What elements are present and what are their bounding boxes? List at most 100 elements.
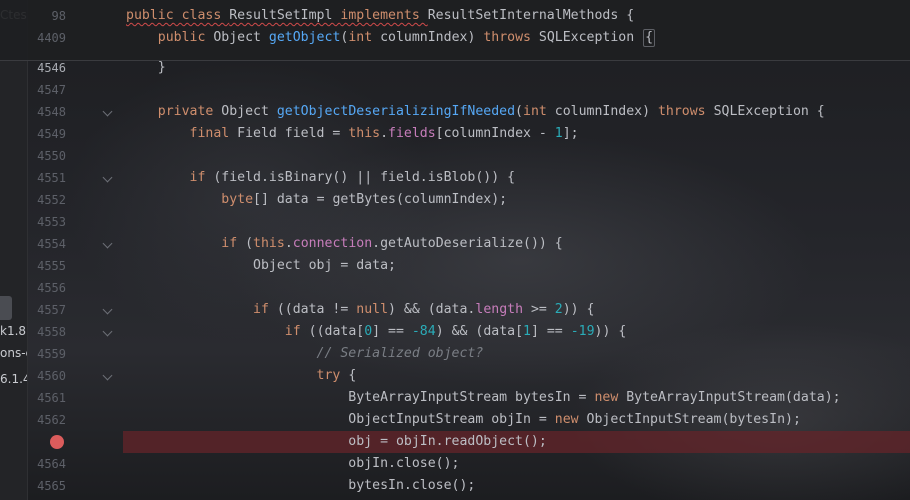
code-token: getObject [268,30,341,45]
code-text[interactable]: Object obj = data; [126,255,396,277]
line-number[interactable]: 4549 [28,123,66,145]
code-token: new [554,412,587,427]
line-number[interactable]: 4564 [28,453,66,475]
code-token: ]; [562,126,579,141]
line-number[interactable]: 4556 [28,277,66,299]
code-token: Object obj = data; [126,258,396,273]
code-token: throws [657,104,714,119]
code-text[interactable]: ObjectInputStream objIn = new ObjectInpu… [126,409,801,431]
code-text[interactable]: public Object getObject(int columnIndex)… [126,27,656,49]
line-number[interactable]: 4561 [28,387,66,409]
code-line[interactable]: 4561 ByteArrayInputStream bytesIn = new … [0,387,910,409]
line-number[interactable]: 4555 [28,255,66,277]
code-line[interactable]: 4552 byte[] data = getBytes(columnIndex)… [0,189,910,211]
code-token: 1 [523,324,531,339]
code-token: ] == [372,324,412,339]
line-number[interactable]: 4565 [28,475,66,497]
code-text[interactable]: if ((data[0] == -84) && (data[1] == -19)… [126,321,627,343]
code-line[interactable]: 4564 objIn.close(); [0,453,910,475]
code-line[interactable]: 4556 [0,277,910,299]
code-text[interactable]: objIn.close(); [126,453,459,475]
line-number[interactable]: 4548 [28,101,66,123]
line-number[interactable]: 4554 [28,233,66,255]
code-token: obj = objIn.readObject(); [126,434,547,449]
code-token: ResultSetInternalMethods { [427,8,635,23]
code-token: Object [221,104,277,119]
code-line[interactable]: 4550 [0,145,910,167]
code-token: length [475,302,524,317]
code-text[interactable]: private Object getObjectDeserializingIfN… [126,101,825,123]
code-token: new [594,390,627,405]
breakpoint-icon[interactable] [50,435,64,449]
fold-chevron-icon[interactable] [102,106,113,117]
code-token: columnIndex) [380,30,484,45]
line-number[interactable]: 4558 [28,321,66,343]
code-token: ObjectInputStream(bytesIn); [586,412,801,427]
line-number[interactable]: 98 [28,5,66,27]
sticky-line[interactable]: 4409 public Object getObject(int columnI… [0,27,910,49]
code-token: Field field = [237,126,349,141]
code-token: if [126,302,277,317]
code-token: . [284,236,293,251]
code-text[interactable]: if (field.isBinary() || field.isBlob()) … [126,167,516,189]
line-number[interactable]: 4557 [28,299,66,321]
fold-chevron-icon[interactable] [102,172,113,183]
code-text[interactable]: // Serialized object? [126,343,484,365]
code-text[interactable]: obj = objIn.readObject(); [126,431,547,453]
code-line[interactable]: 4555 Object obj = data; [0,255,910,277]
line-number[interactable]: 4559 [28,343,66,365]
fold-chevron-icon[interactable] [102,370,113,381]
code-token: (field.isBinary() || field.isBlob()) { [213,170,516,185]
code-token: 1 [554,126,563,141]
code-token: 2 [554,302,563,317]
line-number[interactable]: 4550 [28,145,66,167]
code-text[interactable]: public class ResultSetImpl implements Re… [126,5,634,27]
line-number[interactable]: 4560 [28,365,66,387]
code-line[interactable]: 4548 private Object getObjectDeserializi… [0,101,910,123]
code-token: private [126,104,222,119]
code-text[interactable]: if ((data != null) && (data.length >= 2)… [126,299,595,321]
code-text[interactable]: try { [126,365,357,387]
code-line[interactable]: 4551 if (field.isBinary() || field.isBlo… [0,167,910,189]
code-line[interactable]: 4557 if ((data != null) && (data.length … [0,299,910,321]
code-text[interactable]: bytesIn.close(); [126,475,475,497]
code-text[interactable]: if (this.connection.getAutoDeserialize()… [126,233,562,255]
code-token: )) { [594,324,627,339]
code-text[interactable]: ByteArrayInputStream bytesIn = new ByteA… [126,387,840,409]
code-token: getObjectDeserializingIfNeeded [276,104,516,119]
code-line[interactable]: 4565 bytesIn.close(); [0,475,910,497]
code-token: ((data[ [308,324,365,339]
code-line[interactable]: 4547 [0,79,910,101]
code-line[interactable]: 4562 ObjectInputStream objIn = new Objec… [0,409,910,431]
line-number[interactable]: 4547 [28,79,66,101]
code-token: if [126,170,214,185]
code-line[interactable]: 4560 try { [0,365,910,387]
code-line[interactable]: 4558 if ((data[0] == -84) && (data[1] ==… [0,321,910,343]
code-token: implements [340,8,428,23]
code-token: public [126,30,214,45]
code-text[interactable]: final Field field = this.fields[columnIn… [126,123,579,145]
fold-chevron-icon[interactable] [102,326,113,337]
code-token: byte [126,192,254,207]
code-line[interactable]: 4549 final Field field = this.fields[col… [0,123,910,145]
line-number[interactable]: 4552 [28,189,66,211]
code-line[interactable]: 4553 [0,211,910,233]
code-token: } [126,60,166,75]
fold-chevron-icon[interactable] [102,238,113,249]
code-token: ] == [530,324,571,339]
code-token: int [523,104,555,119]
line-number[interactable]: 4409 [28,27,66,49]
code-line[interactable]: 4559 // Serialized object? [0,343,910,365]
line-number[interactable]: 4551 [28,167,66,189]
code-token: )) { [562,302,595,317]
code-token: . [380,126,389,141]
code-token: this [348,126,381,141]
line-number[interactable]: 4553 [28,211,66,233]
code-line[interactable]: 4554 if (this.connection.getAutoDeserial… [0,233,910,255]
fold-chevron-icon[interactable] [102,304,113,315]
code-text[interactable]: byte[] data = getBytes(columnIndex); [126,189,507,211]
code-token: SQLException { [713,104,825,119]
code-line[interactable]: obj = objIn.readObject(); [0,431,910,453]
line-number[interactable]: 4562 [28,409,66,431]
sticky-line[interactable]: 98 public class ResultSetImpl implements … [0,5,910,27]
